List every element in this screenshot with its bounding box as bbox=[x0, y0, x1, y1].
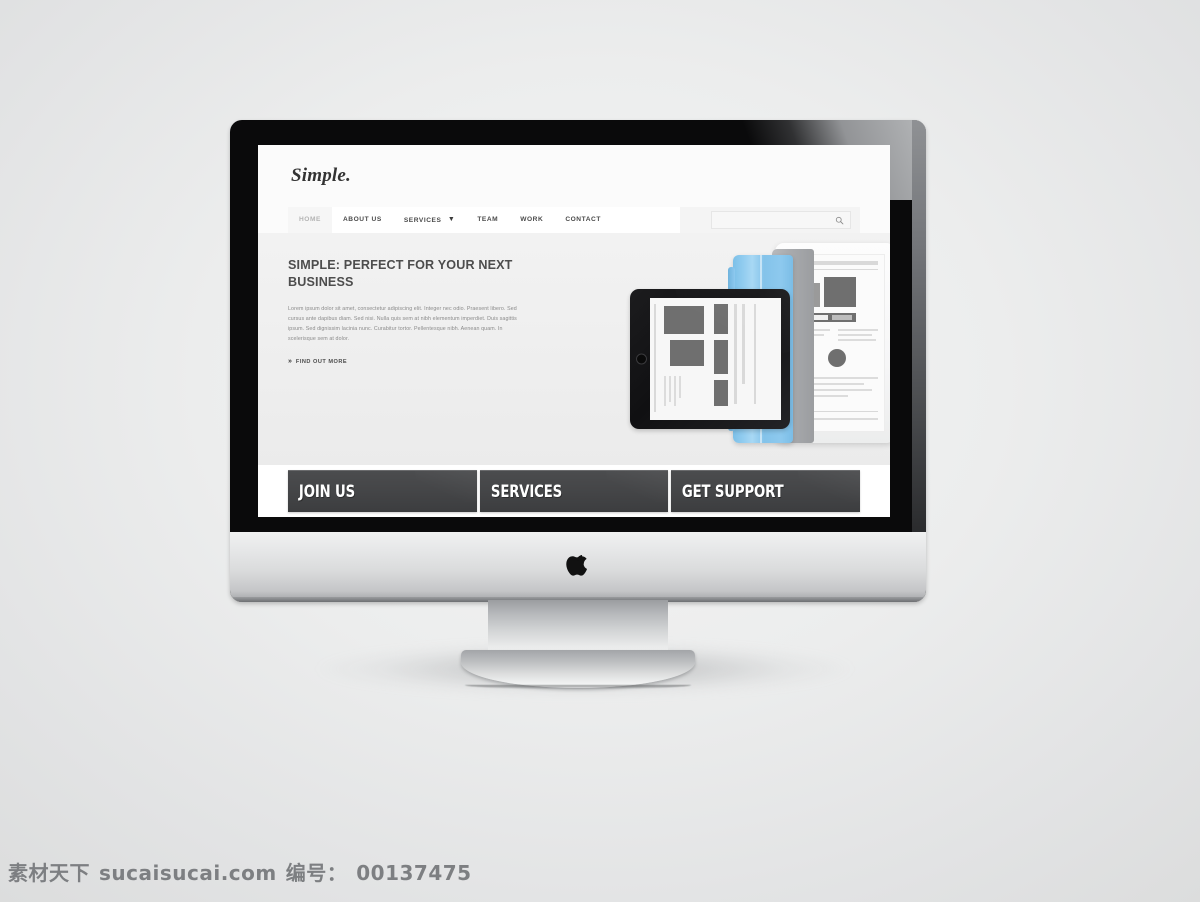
tablet-black-screen bbox=[650, 298, 781, 420]
site-logo[interactable]: Simple. bbox=[291, 165, 351, 187]
monitor-chin bbox=[230, 532, 926, 602]
tablets-illustration bbox=[630, 243, 890, 448]
tablet-landscape-black bbox=[630, 289, 790, 429]
nav-item-services[interactable]: SERVICES ▼ bbox=[393, 207, 467, 234]
nav-item-home[interactable]: HOME bbox=[288, 207, 332, 233]
search-box[interactable] bbox=[711, 211, 851, 229]
apple-logo bbox=[566, 555, 588, 576]
watermark-site: sucaisucai.com bbox=[99, 861, 277, 885]
nav-item-label: WORK bbox=[520, 216, 544, 223]
nav-item-label: ABOUT US bbox=[342, 216, 382, 223]
site-header: Simple. bbox=[258, 145, 890, 207]
main-navigation: HOME ABOUT US SERVICES ▼ TEAM WORK CONTA… bbox=[288, 207, 860, 233]
get-support-label: GET SUPPORT bbox=[682, 481, 784, 502]
find-out-more-link[interactable]: » FIND OUT MORE bbox=[288, 358, 523, 365]
tablet-home-button bbox=[636, 353, 647, 365]
hero-body-text: Lorem ipsum dolor sit amet, consectetur … bbox=[288, 305, 517, 343]
nav-item-label: TEAM bbox=[477, 216, 499, 223]
hero-section: SIMPLE: PERFECT FOR YOUR NEXT BUSINESS L… bbox=[258, 233, 890, 465]
nav-item-team[interactable]: TEAM bbox=[466, 207, 509, 233]
join-us-button[interactable]: JOIN US bbox=[288, 470, 477, 512]
nav-items: HOME ABOUT US SERVICES ▼ TEAM WORK CONTA… bbox=[288, 207, 612, 233]
get-support-button[interactable]: GET SUPPORT bbox=[671, 470, 861, 512]
hero-title: SIMPLE: PERFECT FOR YOUR NEXT BUSINESS bbox=[288, 258, 513, 290]
watermark: 素材天下 sucaisucai.com 编号： 00137475 bbox=[8, 857, 472, 886]
monitor-screen: Simple. HOME ABOUT US SERVICES ▼ TEAM WO… bbox=[258, 145, 890, 517]
double-chevron-right-icon: » bbox=[288, 358, 292, 366]
find-out-more-label: FIND OUT MORE bbox=[295, 358, 348, 365]
monitor-stand-neck bbox=[488, 600, 668, 656]
chevron-down-icon: ▼ bbox=[447, 215, 456, 223]
cta-button-row: JOIN US SERVICES GET SUPPORT bbox=[258, 465, 890, 517]
nav-item-label: HOME bbox=[299, 216, 321, 223]
imac-monitor: Simple. HOME ABOUT US SERVICES ▼ TEAM WO… bbox=[230, 120, 926, 602]
nav-item-label: CONTACT bbox=[565, 216, 601, 223]
watermark-id-label: 编号： bbox=[285, 861, 348, 885]
nav-item-work[interactable]: WORK bbox=[509, 207, 554, 233]
nav-item-contact[interactable]: CONTACT bbox=[554, 207, 612, 233]
search-input[interactable] bbox=[712, 212, 850, 228]
hero-copy: SIMPLE: PERFECT FOR YOUR NEXT BUSINESS L… bbox=[288, 257, 523, 365]
search-icon[interactable] bbox=[835, 216, 844, 225]
nav-item-about-us[interactable]: ABOUT US bbox=[332, 207, 393, 233]
watermark-id-value: 00137475 bbox=[356, 861, 472, 885]
services-label: SERVICES bbox=[490, 481, 562, 502]
website-page: Simple. HOME ABOUT US SERVICES ▼ TEAM WO… bbox=[258, 145, 890, 517]
services-button[interactable]: SERVICES bbox=[479, 470, 669, 512]
nav-item-label: SERVICES bbox=[403, 216, 442, 224]
bezel-right-edge bbox=[912, 120, 926, 532]
nav-search-area bbox=[680, 207, 860, 233]
watermark-source: 素材天下 bbox=[8, 861, 90, 885]
join-us-label: JOIN US bbox=[298, 481, 356, 502]
